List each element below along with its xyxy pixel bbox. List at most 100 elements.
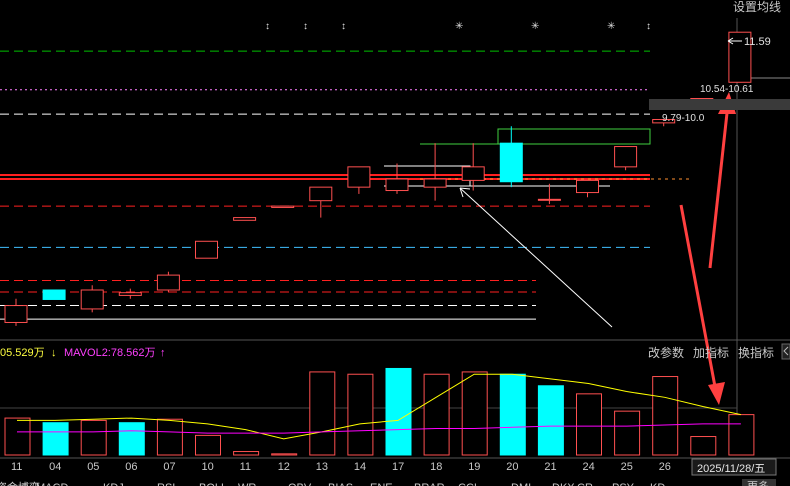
volume-bar — [4, 417, 31, 456]
volume-series — [4, 367, 755, 456]
volume-bar — [537, 385, 564, 456]
candle-body — [614, 146, 638, 168]
x-tick-label: 21 — [544, 461, 556, 473]
indicator-tab[interactable]: CR — [577, 482, 593, 486]
candle-body — [42, 289, 66, 300]
event-marker-icon: ✳ — [607, 21, 615, 32]
mavol2-up-arrow: ↑ — [160, 347, 166, 359]
x-tick-label: 10 — [202, 461, 214, 473]
event-marker-icon: ↕ — [646, 21, 651, 32]
high-price-label: 11.59 — [744, 36, 771, 48]
candle-body — [4, 305, 28, 323]
indicator-tab[interactable]: BOLL — [199, 482, 227, 486]
event-marker-icon: ↕ — [341, 21, 346, 32]
resistance-lines — [420, 128, 651, 145]
indicator-tab-bar: 资金博弈MACD KDJ RSI BOLL WR OBV BIAS ENE BRAR CCI DMI… — [0, 480, 665, 486]
volume-label: 05.529万 — [0, 347, 45, 359]
indicator-tab[interactable]: OBV — [288, 482, 312, 486]
candle-body — [309, 186, 333, 202]
x-tick-label: 07 — [163, 461, 175, 473]
indicator-tab[interactable]: KDJ — [103, 482, 124, 486]
volume-bar — [156, 418, 183, 456]
x-tick-label: 25 — [621, 461, 633, 473]
indicator-tab[interactable]: BRAR — [414, 482, 445, 486]
x-tick-label: 24 — [583, 461, 595, 473]
volume-down-arrow: ↓ — [51, 347, 57, 359]
arrowhead-icon — [708, 382, 725, 405]
x-axis-ticks: 11 04 05 06 07 10 11 12 13 14 17 18 19 20 21 24 25 26 — [11, 461, 671, 473]
mavol2-label: MAVOL2:78.562万 — [64, 347, 156, 359]
volume-bar — [614, 410, 641, 456]
volume-bar — [80, 419, 107, 456]
candle-body — [271, 205, 295, 208]
x-tick-label: 14 — [354, 461, 366, 473]
range-label-bg — [649, 99, 790, 110]
add-indicator-button[interactable]: 加指标 — [693, 345, 729, 360]
candle-body — [576, 179, 599, 194]
event-marker-icon: ↕ — [303, 21, 308, 32]
volume-bar — [728, 414, 755, 456]
x-tick-label: 11 — [11, 461, 22, 473]
volume-bar — [576, 393, 602, 456]
ma-settings-button[interactable]: 设置均线 — [733, 0, 781, 14]
x-tick-label: 12 — [278, 461, 290, 473]
x-tick-label: 05 — [87, 461, 99, 473]
volume-bar — [461, 371, 488, 456]
x-tick-label: 19 — [468, 461, 480, 473]
red-arrow-up — [708, 103, 730, 269]
more-button[interactable]: 更多 — [747, 479, 769, 486]
volume-bar — [385, 367, 412, 456]
volume-bar — [309, 371, 336, 456]
candle-body — [347, 166, 371, 188]
x-tick-label: 04 — [49, 461, 61, 473]
candle-body — [461, 166, 485, 181]
volume-bar — [271, 453, 298, 456]
indicator-tab[interactable]: CCI — [458, 482, 477, 486]
candle-body — [118, 292, 142, 296]
candle-body — [195, 240, 218, 259]
indicator-tab[interactable]: BIAS — [328, 482, 353, 486]
x-tick-label: 18 — [430, 461, 442, 473]
range-upper-label: 10.54-10.61 — [700, 84, 754, 95]
volume-bar — [42, 422, 69, 456]
trend-annotation-line — [459, 187, 613, 328]
x-tick-label: 17 — [392, 461, 404, 473]
indicator-tab[interactable]: MACD — [36, 482, 68, 486]
indicator-tab[interactable]: ENE — [370, 482, 393, 486]
current-date-label: 2025/11/28/五 — [697, 463, 765, 475]
volume-bar — [499, 373, 526, 456]
range-lower-label: 9.79-10.0 — [662, 113, 705, 124]
event-marker-icon: ↕ — [265, 21, 270, 32]
volume-bar — [233, 451, 260, 456]
x-tick-label: 13 — [316, 461, 328, 473]
event-marker-icon: ✳ — [531, 21, 539, 32]
indicator-tab[interactable]: RSI — [157, 482, 175, 486]
volume-bar — [652, 376, 679, 456]
x-tick-label: 26 — [659, 461, 671, 473]
indicator-tab[interactable]: 资金博弈 — [0, 480, 40, 486]
red-arrow-down — [679, 204, 718, 393]
candle-body — [233, 217, 257, 221]
x-tick-label: 06 — [125, 461, 137, 473]
switch-indicator-button[interactable]: 换指标 — [738, 345, 774, 360]
x-tick-label: 20 — [506, 461, 518, 473]
chevron-left-icon[interactable] — [781, 343, 790, 360]
volume-bar — [690, 436, 717, 456]
candle-body — [156, 274, 180, 291]
change-params-button[interactable]: 改参数 — [648, 345, 684, 360]
volume-bar — [118, 422, 145, 456]
volume-bar — [195, 434, 221, 456]
event-marker-icon: ✳ — [455, 21, 463, 32]
x-tick-label: 11 — [240, 461, 251, 473]
volume-bar — [423, 373, 450, 456]
indicator-tab[interactable]: PSY — [612, 482, 635, 486]
candle-body — [80, 289, 104, 310]
volume-bar — [347, 373, 374, 456]
candle-body — [385, 178, 409, 192]
stock-chart[interactable]: ↕ ↕ ↕ ✳ ✳ ✳ ↕ 11 04 05 06 07 10 11 12 13 14 17 18 19 20 21 24… — [0, 0, 790, 486]
indicator-tab[interactable]: DKX — [552, 482, 575, 486]
indicator-tab[interactable]: WR — [238, 482, 256, 486]
indicator-tab[interactable]: KD — [650, 482, 665, 486]
candle-body — [537, 198, 561, 201]
indicator-tab[interactable]: DMI — [511, 482, 531, 486]
